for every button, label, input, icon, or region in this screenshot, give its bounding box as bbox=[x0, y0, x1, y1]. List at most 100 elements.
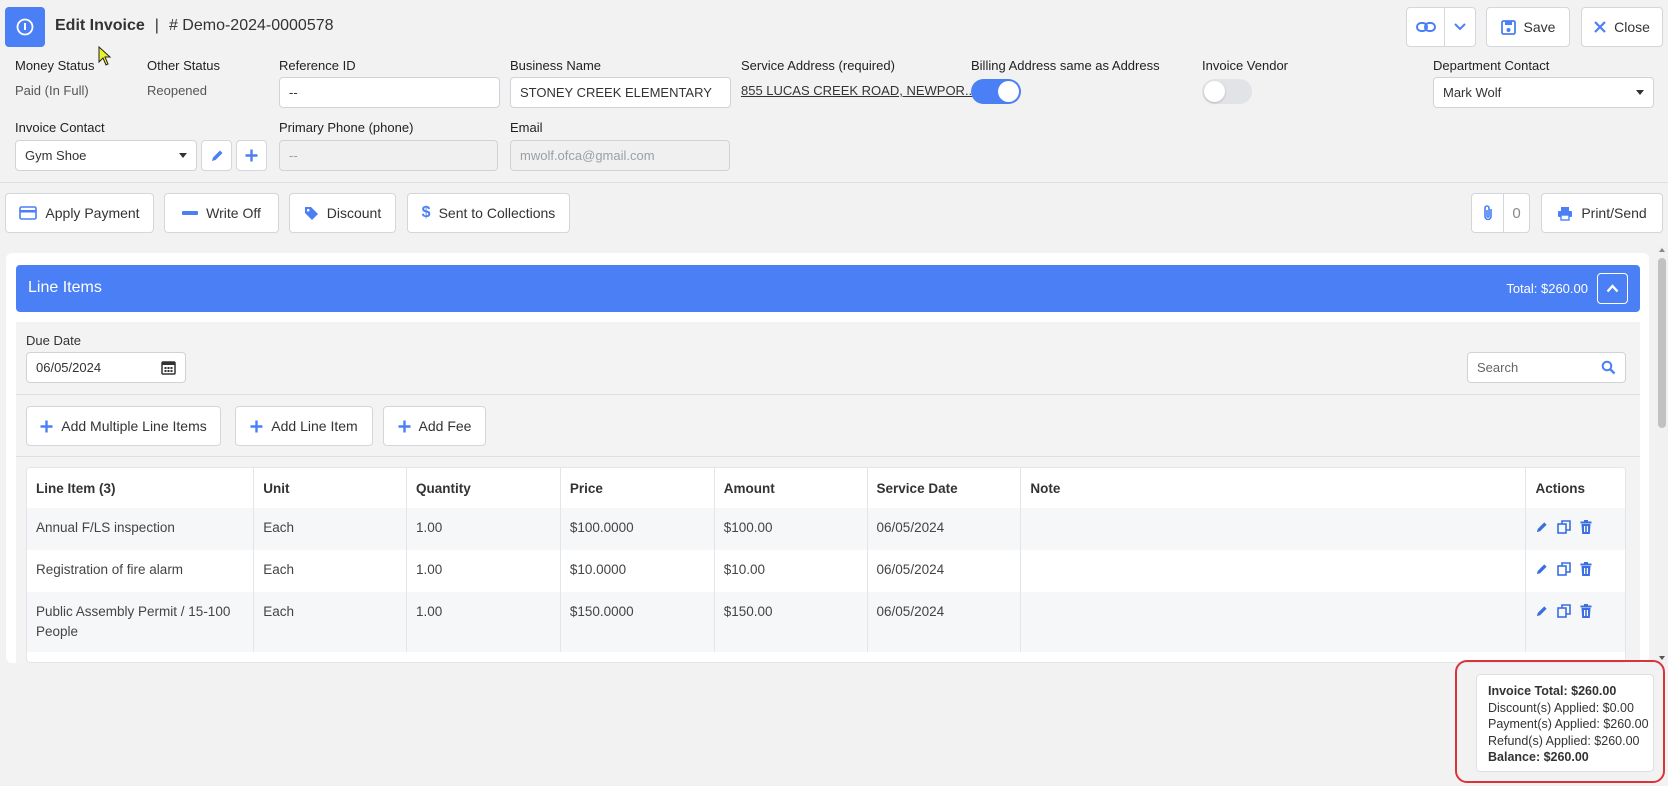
line-items-header: Line Items Total: $260.00 bbox=[16, 265, 1640, 312]
apply-payment-label: Apply Payment bbox=[45, 205, 140, 221]
plus-icon bbox=[250, 420, 263, 433]
scrollbar-down-arrow[interactable] bbox=[1659, 656, 1665, 660]
email-input[interactable]: mwolf.ofca@gmail.com bbox=[510, 140, 730, 171]
caret-down-icon bbox=[179, 153, 187, 158]
add-multiple-label: Add Multiple Line Items bbox=[61, 418, 207, 434]
primary-phone-label: Primary Phone (phone) bbox=[279, 120, 414, 135]
tag-icon bbox=[304, 206, 319, 221]
column-header[interactable]: Note bbox=[1020, 468, 1527, 508]
billing-same-label: Billing Address same as Address bbox=[971, 58, 1160, 73]
column-header[interactable]: Amount bbox=[714, 468, 868, 508]
cell-price: $10.0000 bbox=[560, 550, 715, 592]
cell-actions bbox=[1525, 508, 1625, 550]
toggle-knob bbox=[1204, 81, 1225, 102]
main-panel: Line Items Total: $260.00 Due Date 06/05… bbox=[6, 253, 1649, 663]
edit-contact-button[interactable] bbox=[201, 140, 232, 171]
info-button[interactable] bbox=[5, 7, 45, 47]
add-fee-label: Add Fee bbox=[418, 418, 472, 434]
cell-quantity: 1.00 bbox=[406, 508, 561, 550]
table-row: Annual F/LS inspection Each 1.00 $100.00… bbox=[27, 508, 1625, 550]
copy-icon[interactable] bbox=[1557, 520, 1572, 534]
summary-refunds: Refund(s) Applied: $260.00 bbox=[1488, 733, 1640, 748]
line-items-table-wrap: Line Item (3) Unit Quantity Price Amount… bbox=[26, 467, 1626, 663]
billing-same-toggle[interactable] bbox=[971, 79, 1021, 104]
business-name-input[interactable]: STONEY CREEK ELEMENTARY bbox=[510, 77, 731, 108]
search-icon bbox=[1601, 360, 1616, 375]
column-header[interactable]: Price bbox=[560, 468, 715, 508]
invoice-summary: Invoice Total: $260.00 Discount(s) Appli… bbox=[1476, 674, 1654, 772]
cell-note bbox=[1020, 508, 1527, 550]
cell-item: Annual F/LS inspection bbox=[27, 508, 255, 550]
cell-unit: Each bbox=[253, 592, 408, 652]
copy-link-button[interactable] bbox=[1406, 7, 1445, 47]
column-header[interactable]: Service Date bbox=[867, 468, 1022, 508]
scrollbar-thumb[interactable] bbox=[1658, 258, 1666, 428]
other-status-label: Other Status bbox=[147, 58, 220, 73]
more-options-button[interactable] bbox=[1444, 7, 1476, 47]
department-contact-label: Department Contact bbox=[1433, 58, 1550, 73]
trash-icon[interactable] bbox=[1580, 520, 1592, 534]
service-address-link[interactable]: 855 LUCAS CREEK ROAD, NEWPOR... bbox=[741, 83, 976, 98]
column-header[interactable]: Unit bbox=[253, 468, 408, 508]
credit-card-icon bbox=[19, 206, 38, 220]
scrollbar-up-arrow[interactable] bbox=[1659, 248, 1665, 252]
copy-icon[interactable] bbox=[1557, 604, 1572, 618]
cell-note bbox=[1020, 592, 1527, 652]
discount-button[interactable]: Discount bbox=[289, 193, 396, 233]
collapse-button[interactable] bbox=[1597, 273, 1628, 304]
due-date-label: Due Date bbox=[26, 333, 81, 348]
info-icon bbox=[16, 18, 34, 36]
close-icon bbox=[1594, 21, 1606, 33]
mouse-cursor-icon bbox=[98, 46, 112, 66]
save-icon bbox=[1500, 19, 1516, 35]
cell-unit: Each bbox=[253, 550, 408, 592]
invoice-vendor-toggle[interactable] bbox=[1202, 79, 1252, 104]
table-header-row: Line Item (3) Unit Quantity Price Amount… bbox=[27, 468, 1625, 508]
body-divider bbox=[16, 394, 1640, 395]
search-input[interactable]: Search bbox=[1467, 352, 1626, 383]
department-contact-select[interactable]: Mark Wolf bbox=[1433, 77, 1654, 108]
cell-quantity: 1.00 bbox=[406, 592, 561, 652]
apply-payment-button[interactable]: Apply Payment bbox=[5, 193, 154, 233]
sent-to-collections-label: Sent to Collections bbox=[438, 205, 556, 221]
table-row: Public Assembly Permit / 15-100 People E… bbox=[27, 592, 1625, 652]
write-off-label: Write Off bbox=[206, 205, 261, 221]
invoice-contact-select[interactable]: Gym Shoe bbox=[15, 140, 197, 171]
due-date-input[interactable]: 06/05/2024 bbox=[26, 352, 186, 383]
scrollbar-track[interactable] bbox=[1656, 246, 1668, 662]
close-button[interactable]: Close bbox=[1581, 7, 1663, 47]
cell-item: Public Assembly Permit / 15-100 People bbox=[27, 592, 255, 652]
line-items-table: Line Item (3) Unit Quantity Price Amount… bbox=[27, 468, 1625, 652]
save-button[interactable]: Save bbox=[1486, 7, 1570, 47]
print-send-button[interactable]: Print/Send bbox=[1541, 193, 1663, 233]
edit-icon[interactable] bbox=[1535, 521, 1548, 534]
write-off-button[interactable]: Write Off bbox=[164, 193, 279, 233]
cell-amount: $150.00 bbox=[714, 592, 868, 652]
column-header[interactable]: Line Item (3) bbox=[27, 468, 255, 508]
cell-actions bbox=[1525, 592, 1625, 652]
summary-discounts: Discount(s) Applied: $0.00 bbox=[1488, 700, 1634, 715]
primary-phone-input[interactable]: -- bbox=[279, 140, 498, 171]
due-date-value: 06/05/2024 bbox=[36, 360, 102, 375]
plus-icon bbox=[40, 420, 53, 433]
reference-id-input[interactable]: -- bbox=[279, 77, 500, 108]
column-header[interactable]: Quantity bbox=[406, 468, 561, 508]
attachments-button[interactable] bbox=[1471, 193, 1504, 233]
business-name-label: Business Name bbox=[510, 58, 602, 73]
edit-icon[interactable] bbox=[1535, 605, 1548, 618]
invoice-vendor-label: Invoice Vendor bbox=[1202, 58, 1289, 73]
plus-icon bbox=[245, 149, 258, 162]
edit-icon[interactable] bbox=[1535, 563, 1548, 576]
copy-icon[interactable] bbox=[1557, 562, 1572, 576]
trash-icon[interactable] bbox=[1580, 562, 1592, 576]
add-multiple-line-items-button[interactable]: Add Multiple Line Items bbox=[26, 406, 221, 446]
add-fee-button[interactable]: Add Fee bbox=[383, 406, 486, 446]
money-status-label: Money Status bbox=[15, 58, 95, 73]
discount-label: Discount bbox=[326, 205, 382, 221]
trash-icon[interactable] bbox=[1580, 604, 1592, 618]
add-line-item-button[interactable]: Add Line Item bbox=[235, 406, 373, 446]
line-items-body: Due Date 06/05/2024 Search Add Multiple … bbox=[16, 322, 1640, 663]
sent-to-collections-button[interactable]: $ Sent to Collections bbox=[407, 193, 570, 233]
add-contact-button[interactable] bbox=[236, 140, 267, 171]
dollar-icon: $ bbox=[421, 204, 431, 221]
